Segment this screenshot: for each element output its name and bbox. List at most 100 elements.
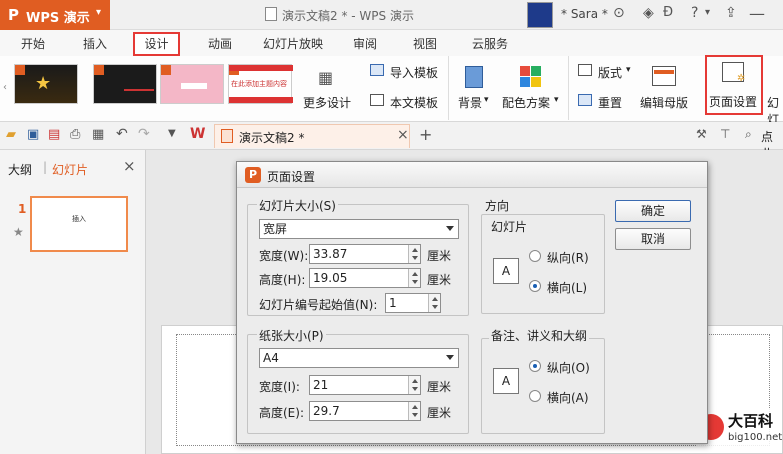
slides-portrait-radio[interactable] xyxy=(529,250,541,262)
tab-cloud[interactable]: 云服务 xyxy=(462,34,518,54)
text-template-button[interactable]: 本文模板 xyxy=(366,92,444,112)
share-icon[interactable]: Ð xyxy=(663,5,673,20)
notes-landscape-radio[interactable] xyxy=(529,390,541,402)
tab-review[interactable]: 审阅 xyxy=(343,34,387,54)
template-icon xyxy=(370,94,384,106)
notes-landscape-label[interactable]: 横向(A) xyxy=(547,389,589,406)
chevron-down-icon[interactable]: ▾ xyxy=(705,7,710,18)
tab-insert[interactable]: 插入 xyxy=(72,34,118,54)
text-template-label: 本文模板 xyxy=(390,96,439,110)
divider xyxy=(568,56,569,120)
height-input[interactable]: 19.05 xyxy=(309,268,421,288)
edit-master-button[interactable]: 编辑母版 xyxy=(636,62,694,118)
document-tab[interactable]: 演示文稿2 * × xyxy=(214,124,410,148)
chevron-down-icon[interactable]: ▼ xyxy=(168,128,176,139)
tab-separator: | xyxy=(43,160,48,174)
color-swatch xyxy=(531,66,541,76)
tab-home[interactable]: 开始 xyxy=(10,34,56,54)
preview-icon[interactable]: ▦ xyxy=(92,127,104,142)
redo-icon[interactable]: ↷ xyxy=(138,126,150,142)
design-thumb-2[interactable] xyxy=(93,64,157,104)
window-title: 演示文稿2 * - WPS 演示 xyxy=(282,9,414,23)
height-spinner[interactable] xyxy=(408,269,420,287)
start-number-spinner[interactable] xyxy=(428,294,440,312)
open-icon[interactable]: ▰ xyxy=(6,127,16,142)
paper-width-spinner[interactable] xyxy=(408,376,420,394)
search-icon[interactable]: ⌕ xyxy=(745,127,752,142)
tab-outline[interactable]: 大纲 xyxy=(8,161,32,178)
thumb-text: 在此添加主题内容 xyxy=(231,80,287,88)
design-thumb-4[interactable]: 在此添加主题内容 xyxy=(228,64,293,104)
slide-thumbnail[interactable]: 插入 xyxy=(30,196,128,252)
skin-icon[interactable]: ⊙ xyxy=(613,5,625,21)
cancel-button[interactable]: 取消 xyxy=(615,228,691,250)
notes-portrait-radio[interactable] xyxy=(529,360,541,372)
background-label: 背景 xyxy=(458,96,483,110)
accent-line xyxy=(124,89,154,91)
scroll-left-icon[interactable]: ‹ xyxy=(3,82,7,93)
slide-size-group-title: 幻灯片大小(S) xyxy=(257,197,338,214)
divider xyxy=(448,56,449,120)
icon-letter: A xyxy=(501,264,511,278)
more-design-button[interactable]: ▦ 更多设计 xyxy=(298,62,354,118)
new-tab-button[interactable]: + xyxy=(419,125,432,144)
design-thumb-1[interactable]: ★ xyxy=(14,64,78,104)
user-name[interactable]: * Sara * xyxy=(561,7,608,21)
tab-slideshow[interactable]: 幻灯片放映 xyxy=(255,34,331,54)
import-template-label: 导入模板 xyxy=(390,66,439,80)
chevron-down-icon: ▾ xyxy=(484,95,489,105)
upload-icon[interactable]: ⇪ xyxy=(725,5,737,21)
paper-size-select[interactable]: A4 xyxy=(259,348,459,368)
color-swatch xyxy=(520,66,530,76)
undo-icon[interactable]: ↶ xyxy=(116,126,128,142)
background-button[interactable]: 背景 ▾ xyxy=(452,62,496,118)
paper-width-input[interactable]: 21 xyxy=(309,375,421,395)
import-template-button[interactable]: 导入模板 xyxy=(366,62,444,82)
wps-w-icon[interactable]: W xyxy=(190,126,205,142)
tab-slides[interactable]: 幻灯片 xyxy=(52,161,88,178)
chevron-down-icon xyxy=(446,226,454,231)
format-button[interactable]: 版式 ▾ xyxy=(574,62,636,82)
slides-landscape-label[interactable]: 横向(L) xyxy=(547,279,587,296)
tab-view[interactable]: 视图 xyxy=(403,34,447,54)
paper-width-unit: 厘米 xyxy=(427,380,452,394)
close-icon[interactable]: × xyxy=(123,157,136,175)
minimize-button[interactable]: — xyxy=(749,4,765,23)
cloud-icon[interactable]: ◈ xyxy=(643,5,654,21)
reset-button[interactable]: 重置 xyxy=(574,92,630,112)
more-design-label: 更多设计 xyxy=(303,96,352,110)
watermark: 大百科 big100.net xyxy=(696,408,782,452)
wps-badge-icon xyxy=(161,65,171,75)
app-menu-button[interactable]: P WPS 演示 ▾ xyxy=(0,0,110,30)
start-number-input[interactable]: 1 xyxy=(385,293,441,313)
paper-height-input[interactable]: 29.7 xyxy=(309,401,421,421)
ok-button[interactable]: 确定 xyxy=(615,200,691,222)
slides-landscape-radio[interactable] xyxy=(529,280,541,292)
width-input[interactable]: 33.87 xyxy=(309,244,421,264)
save-icon[interactable]: ▣ xyxy=(27,127,39,142)
avatar[interactable] xyxy=(527,2,553,28)
color-scheme-button[interactable]: 配色方案 ▾ xyxy=(500,62,564,118)
paper-size-group-title: 纸张大小(P) xyxy=(257,327,326,344)
design-thumb-3[interactable] xyxy=(160,64,224,104)
height-label: 高度(H): xyxy=(259,273,306,287)
slide-panel: 大纲 | 幻灯片 × 1 ★ 插入 xyxy=(0,150,146,454)
paper-height-spinner[interactable] xyxy=(408,402,420,420)
help-icon[interactable]: ? xyxy=(691,5,698,21)
tab-design[interactable]: 设计 xyxy=(133,32,180,56)
slide-size-select[interactable]: 宽屏 xyxy=(259,219,459,239)
tools-icon[interactable]: ⚒ xyxy=(696,127,707,141)
start-number-label: 幻灯片编号起始值(N): xyxy=(259,298,378,312)
width-spinner[interactable] xyxy=(408,245,420,263)
close-icon[interactable]: × xyxy=(397,127,409,143)
dialog-title-bar[interactable]: P 页面设置 xyxy=(237,162,707,188)
import-icon xyxy=(370,64,384,76)
page-setup-button[interactable]: ✲ 页面设置 xyxy=(705,55,763,115)
notes-portrait-label[interactable]: 纵向(O) xyxy=(547,359,590,376)
pin-icon[interactable]: ⊤ xyxy=(720,127,730,141)
print-icon[interactable]: ⎙ xyxy=(70,127,80,142)
pdf-icon[interactable]: ▤ xyxy=(48,127,60,142)
slides-portrait-label[interactable]: 纵向(R) xyxy=(547,249,589,266)
tab-animation[interactable]: 动画 xyxy=(197,34,243,54)
height-unit: 厘米 xyxy=(427,273,452,287)
